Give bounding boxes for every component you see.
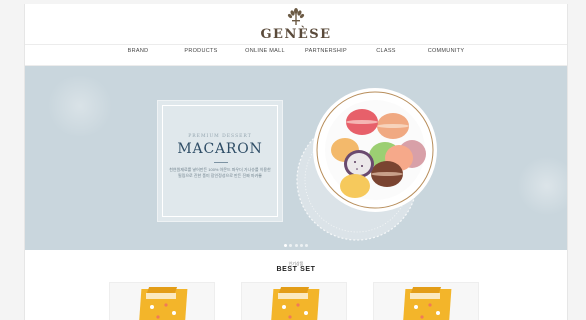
- nav-item-products[interactable]: PRODUCTS: [184, 48, 217, 54]
- macaron-plate-image: [296, 88, 437, 241]
- hero-text-card: PREMIUM DESSERT MACARON 천연원재료를 넣어만든 100%…: [157, 100, 283, 222]
- slider-dot[interactable]: [299, 244, 303, 247]
- header-divider: [25, 44, 567, 45]
- nav-item-community[interactable]: COMMUNITY: [428, 48, 465, 54]
- product-box-label: [410, 293, 440, 299]
- product-card[interactable]: [373, 282, 479, 320]
- hero-description: 천연원재료를 넣어만든 100% 아몬드 파우더 가나슈를 이용한 필링으로 진…: [169, 167, 271, 178]
- logo-link[interactable]: GENÈSE: [25, 8, 567, 42]
- hero-title: MACARON: [177, 141, 263, 157]
- product-pattern: [150, 303, 176, 319]
- slider-dot[interactable]: [305, 244, 309, 247]
- main-nav: BRAND PRODUCTS ONLINE MALL PARTNERSHIP C…: [25, 48, 567, 62]
- hero-kicker: PREMIUM DESSERT: [188, 134, 252, 139]
- product-pattern: [282, 303, 308, 319]
- logo-text: GENÈSE: [260, 27, 332, 42]
- hero-card-frame: [162, 105, 278, 217]
- hero-banner[interactable]: PREMIUM DESSERT MACARON 천연원재료를 넣어만든 100%…: [25, 66, 567, 250]
- product-box-label: [278, 293, 308, 299]
- slider-dot[interactable]: [294, 244, 298, 247]
- slider-dot[interactable]: [283, 244, 287, 247]
- wheat-logo-icon: [287, 8, 305, 25]
- nav-item-partnership[interactable]: PARTNERSHIP: [305, 48, 347, 54]
- page: GENÈSE BRAND PRODUCTS ONLINE MALL PARTNE…: [24, 4, 568, 320]
- product-box-label: [146, 293, 176, 299]
- hero-decoration: [45, 76, 115, 136]
- product-card[interactable]: [109, 282, 215, 320]
- hero-decoration: [517, 156, 567, 216]
- nav-item-class[interactable]: CLASS: [376, 48, 396, 54]
- nav-item-online-mall[interactable]: ONLINE MALL: [245, 48, 285, 54]
- slider-dot[interactable]: [289, 244, 293, 247]
- product-card[interactable]: [241, 282, 347, 320]
- nav-item-brand[interactable]: BRAND: [128, 48, 149, 54]
- slider-pagination: [25, 244, 567, 247]
- product-pattern: [414, 303, 440, 319]
- hero-title-divider: [214, 162, 228, 163]
- best-title: BEST SET: [276, 266, 316, 273]
